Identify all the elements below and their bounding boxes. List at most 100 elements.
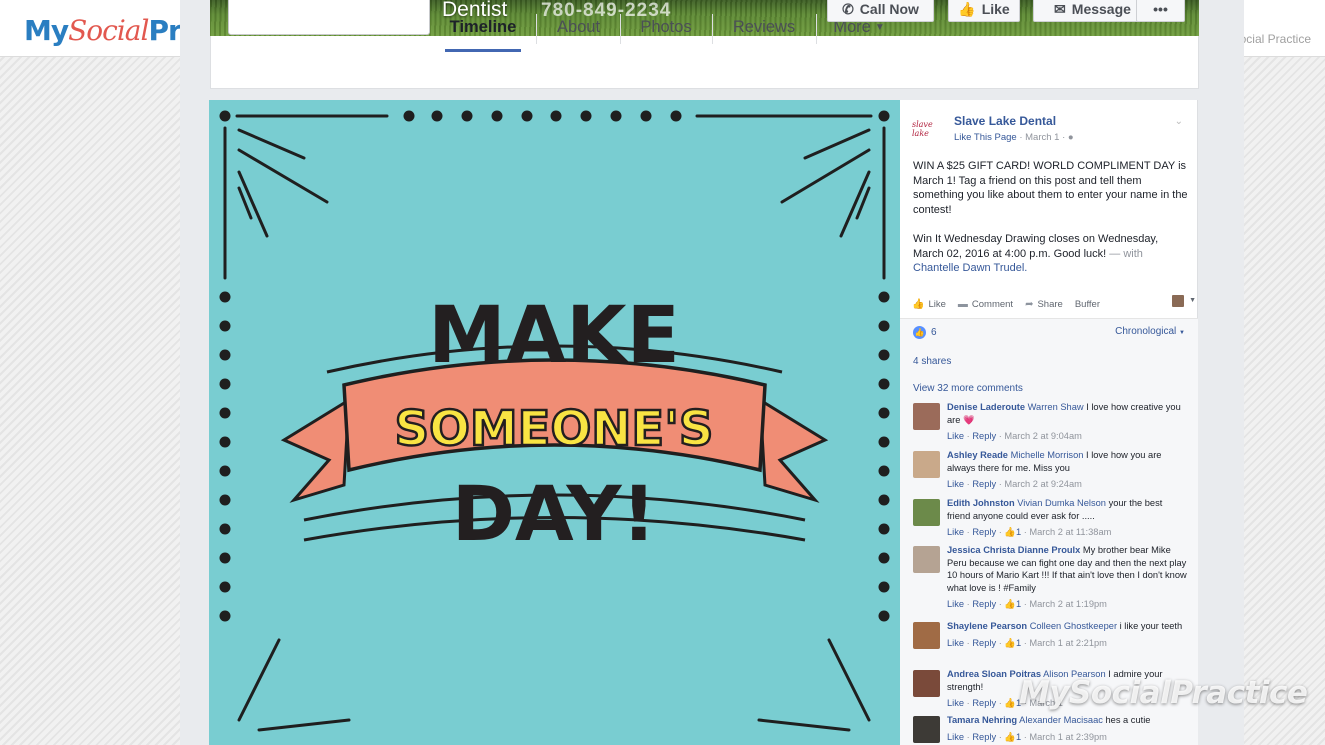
call-now-label: Call Now	[859, 1, 919, 17]
commenter-avatar[interactable]	[913, 403, 940, 430]
commenter-avatar[interactable]	[913, 716, 940, 743]
comment-reply-link[interactable]: Reply	[972, 732, 996, 742]
page-name: Dentist	[442, 0, 508, 21]
commenter-avatar[interactable]	[913, 451, 940, 478]
watermark: MySocialPractice	[1019, 675, 1308, 711]
buffer-action[interactable]: Buffer	[1075, 299, 1100, 310]
viewer-avatar[interactable]	[1172, 295, 1184, 307]
mentioned-user[interactable]: Michelle Morrison	[1011, 450, 1084, 460]
comment-time[interactable]: March 1 at 2:21pm	[1029, 638, 1107, 648]
share-icon: ➦	[1025, 298, 1034, 310]
share-action[interactable]: ➦ Share	[1025, 299, 1063, 310]
comment-like-link[interactable]: Like	[947, 732, 964, 742]
tagged-user[interactable]: Chantelle Dawn Trudel.	[913, 262, 1027, 274]
commenter-name[interactable]: Denise Laderoute	[947, 402, 1025, 412]
globe-icon: ●	[1067, 132, 1074, 143]
mentioned-user[interactable]: Alexander Macisaac	[1019, 715, 1103, 725]
thumbs-up-icon: 👍	[912, 298, 925, 310]
comment-time[interactable]: March 2 at 9:24am	[1004, 479, 1082, 489]
comment-reply-link[interactable]: Reply	[972, 638, 996, 648]
post-meta: Like This Page · March 1 · ●	[954, 132, 1074, 143]
comment-like-count[interactable]: 👍1	[1004, 732, 1021, 742]
commenter-avatar[interactable]	[913, 546, 940, 573]
make-text: MAKE	[428, 291, 680, 381]
comment-order-label: Chronological	[1115, 326, 1177, 337]
comment-like-count-value: 1	[1015, 599, 1022, 609]
comment-like-count[interactable]: 👍1	[1004, 599, 1021, 609]
like-action[interactable]: 👍 Like	[912, 299, 946, 310]
comment-time[interactable]: March 2 at 11:38am	[1029, 527, 1111, 537]
shares-count[interactable]: 4 shares	[913, 356, 951, 367]
comment-like-link[interactable]: Like	[947, 479, 964, 489]
logo-social: Social	[68, 14, 149, 47]
commenter-name[interactable]: Edith Johnston	[947, 498, 1015, 508]
like-this-page-link[interactable]: Like This Page	[954, 132, 1017, 143]
tab-reviews[interactable]: Reviews	[720, 9, 808, 52]
site-logo[interactable]: MySocialPra	[24, 14, 200, 47]
comment-reply-link[interactable]: Reply	[972, 698, 996, 708]
someones-text: SOMEONE'S	[395, 401, 714, 457]
comment-order-dropdown[interactable]: Chronological ▼	[1115, 326, 1185, 337]
comment-reply-link[interactable]: Reply	[972, 527, 996, 537]
tab-divider	[536, 14, 537, 44]
message-button[interactable]: ✉ Message	[1033, 0, 1152, 22]
commenter-name[interactable]: Jessica Christa Dianne Proulx	[947, 545, 1080, 555]
like-reaction-icon: 👍	[913, 326, 926, 339]
comment-like-link[interactable]: Like	[947, 599, 964, 609]
like-page-button[interactable]: 👍 Like	[948, 0, 1020, 22]
comment-time[interactable]: March 2 at 9:04am	[1004, 431, 1082, 441]
post-image[interactable]: MAKE SOMEONE'S DAY!	[209, 100, 900, 745]
post-paragraph-2: Win It Wednesday Drawing closes on Wedne…	[913, 232, 1188, 276]
thumbs-up-icon: 👍	[958, 0, 976, 17]
comment-reply-link[interactable]: Reply	[972, 431, 996, 441]
view-more-comments-link[interactable]: View 32 more comments	[913, 383, 1023, 394]
share-action-label: Share	[1037, 298, 1063, 310]
post-actions: 👍 Like ▬ Comment ➦ Share Buffer ▼	[912, 295, 1196, 312]
commenter-name[interactable]: Tamara Nehring	[947, 715, 1017, 725]
mentioned-user[interactable]: Colleen Ghostkeeper	[1030, 621, 1117, 631]
comment-action-label: Comment	[971, 298, 1014, 310]
caret-down-icon: ▼	[874, 22, 885, 33]
commenter-avatar[interactable]	[913, 499, 940, 526]
tab-divider	[816, 14, 817, 44]
caret-down-icon[interactable]: ▼	[1189, 297, 1196, 304]
comment-like-link[interactable]: Like	[947, 527, 964, 537]
post-options-chevron-icon[interactable]: ⌄	[1175, 116, 1183, 127]
more-options-button[interactable]: •••	[1136, 0, 1185, 22]
comment-time[interactable]: March 2 at 1:19pm	[1029, 599, 1107, 609]
profile-picture[interactable]	[228, 0, 430, 35]
page-nav	[210, 36, 1199, 89]
comment-reply-link[interactable]: Reply	[972, 599, 996, 609]
post-body: WIN A $25 GIFT CARD! WORLD COMPLIMENT DA…	[913, 159, 1188, 276]
day-text: DAY!	[452, 469, 656, 558]
comment-action[interactable]: ▬ Comment	[958, 299, 1013, 310]
make-someones-day-graphic: MAKE SOMEONE'S DAY!	[219, 110, 890, 732]
call-now-button[interactable]: ✆ Call Now	[827, 0, 934, 22]
comment-like-count[interactable]: 👍1	[1004, 527, 1021, 537]
comment-like-link[interactable]: Like	[947, 698, 964, 708]
commenter-avatar[interactable]	[913, 670, 940, 697]
message-icon: ✉	[1054, 0, 1066, 17]
reactions-summary[interactable]: 👍 6	[913, 326, 937, 339]
comment-time[interactable]: March 1 at 2:39pm	[1029, 732, 1107, 742]
page-phone: 780-849-2234	[541, 0, 672, 21]
post-author[interactable]: Slave Lake Dental	[954, 114, 1056, 128]
mentioned-user[interactable]: Warren Shaw	[1028, 402, 1084, 412]
commenter-avatar[interactable]	[913, 622, 940, 649]
comment-like-link[interactable]: Like	[947, 431, 964, 441]
post-paragraph-1: WIN A $25 GIFT CARD! WORLD COMPLIMENT DA…	[913, 160, 1188, 216]
commenter-name[interactable]: Shaylene Pearson	[947, 621, 1027, 631]
post-details-panel: slave lake Slave Lake Dental Like This P…	[900, 100, 1198, 745]
comment-reply-link[interactable]: Reply	[972, 479, 996, 489]
comment-like-count-value: 1	[1015, 731, 1022, 742]
likes-count: 6	[931, 327, 937, 338]
commenter-name[interactable]: Ashley Reade	[947, 450, 1008, 460]
mentioned-user[interactable]: Vivian Dumka Nelson	[1017, 498, 1106, 508]
page-avatar[interactable]: slave lake	[912, 120, 944, 140]
comment-text: i like your teeth	[1119, 621, 1183, 631]
like-page-label: Like	[981, 1, 1010, 17]
comment-like-count[interactable]: 👍1	[1004, 638, 1021, 648]
post-date[interactable]: March 1	[1025, 132, 1059, 143]
comment-like-link[interactable]: Like	[947, 638, 964, 648]
comment-icon: ▬	[957, 298, 968, 310]
